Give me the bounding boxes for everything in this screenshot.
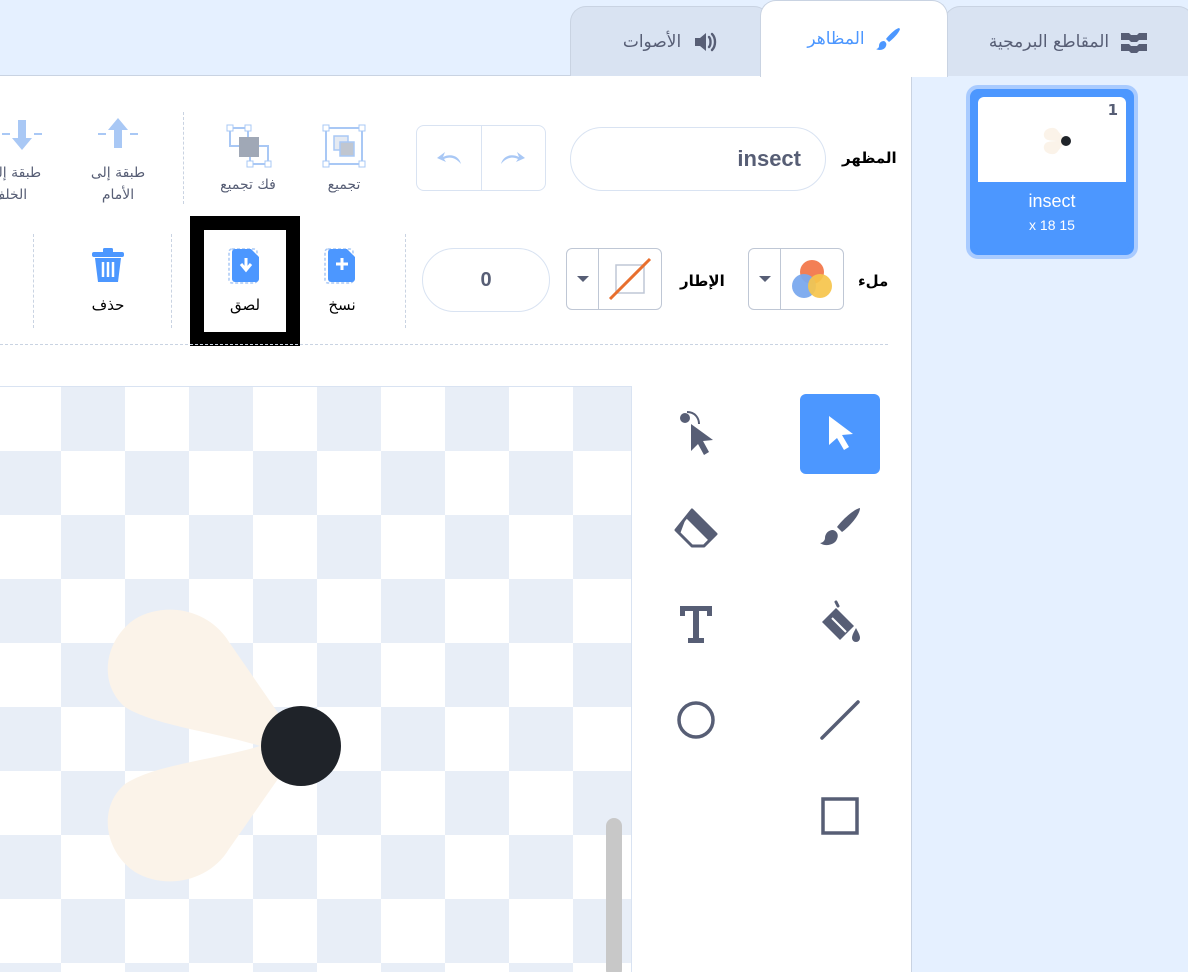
costume-item[interactable]: 1 insect x 18 15 [966,85,1138,259]
costume-list: 1 insect x 18 15 [913,76,1188,972]
line-icon [816,696,864,748]
reshape-icon [671,406,721,462]
tab-bar: الأصوات المظاهر المقاطع البرمجية [0,0,1188,77]
paint-bucket-icon [816,600,864,652]
brush-tool[interactable] [800,490,880,570]
insect-body [261,706,341,786]
copy-label: نسخ [328,296,356,314]
undo-redo-group [416,125,546,191]
ungroup-label: فك تجميع [220,177,276,193]
costume-item-name: insect [1028,191,1076,211]
paint-brush-icon [875,26,901,52]
toolbar-divider [183,112,184,204]
forward-layer-label-2: الأمام [101,187,135,203]
fill-color-picker[interactable] [748,248,844,310]
costume-name-input[interactable]: insect [570,127,826,191]
chevron-down-icon [749,249,781,309]
fill-label: ملء [858,272,889,290]
group-label: تجميع [327,177,361,193]
line-tool[interactable] [800,682,880,762]
copy-icon [322,246,362,290]
tab-sounds[interactable]: الأصوات [570,6,770,76]
fill-color-swatch [781,249,843,309]
redo-button[interactable] [482,126,546,190]
drawing-canvas[interactable] [0,386,632,972]
speaker-icon [691,31,717,53]
outline-none-swatch [599,249,661,309]
costume-thumbnail: 1 [978,97,1126,182]
tab-code[interactable]: المقاطع البرمجية [944,6,1188,76]
costume-number: 1 [1107,101,1118,119]
trash-icon [88,246,128,290]
paint-brush-icon [816,504,864,556]
tab-code-label: المقاطع البرمجية [988,31,1110,52]
eraser-tool[interactable] [656,490,736,570]
tab-sounds-label: الأصوات [622,31,682,52]
backward-layer-label-1: طبقة إلى [0,165,42,181]
tab-costumes[interactable]: المظاهر [760,0,948,77]
paste-label: لصق [229,296,261,314]
circle-tool[interactable] [656,682,736,762]
rectangle-icon [818,794,862,842]
arrow-up-icon [96,116,140,156]
fill-tool[interactable] [800,586,880,666]
costume-item-size: x 18 15 [1029,217,1075,233]
select-tool[interactable] [800,394,880,474]
reshape-tool[interactable] [656,394,736,474]
tab-costumes-label: المظاهر [807,29,865,49]
forward-layer-label-1: طبقة إلى [90,165,146,181]
ungroup-icon [226,124,272,172]
toolbar-divider [33,234,34,328]
circle-icon [674,698,718,746]
delete-label: حذف [91,296,125,314]
backward-layer-label-2: الخلف [0,187,28,203]
group-icon [322,124,366,172]
paint-editor: المظهر insect تجميع فك تجميع طبقة إلى ال… [0,76,912,972]
redo-icon [497,145,529,171]
costume-item-body: 1 insect x 18 15 [974,93,1130,251]
arrow-cursor-icon [823,412,857,456]
undo-button[interactable] [417,126,482,190]
code-blocks-icon [1119,30,1149,54]
outline-label: الإطار [680,272,725,290]
toolbar-separator [0,344,888,345]
outline-width-input[interactable]: 0 [422,248,550,312]
arrow-down-icon [0,116,44,156]
eraser-icon [672,504,720,556]
outline-color-picker[interactable] [566,248,662,310]
insect-drawing [107,609,341,882]
chevron-down-icon [567,249,599,309]
insect-thumbnail [1043,127,1071,155]
text-icon [674,602,718,650]
paste-icon [226,246,266,290]
toolbar-divider [405,234,406,328]
text-tool[interactable] [656,586,736,666]
canvas-scrollbar[interactable] [606,818,622,972]
rectangle-tool[interactable] [800,778,880,858]
undo-icon [433,145,465,171]
costume-name-label: المظهر [842,149,897,167]
toolbar-divider [171,234,172,328]
